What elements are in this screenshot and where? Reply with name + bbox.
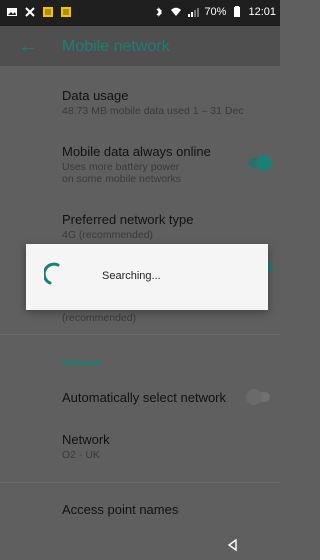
- auto-select-toggle[interactable]: [246, 389, 270, 405]
- divider: [0, 482, 280, 483]
- preferred-network-subtitle: 4G (recommended): [62, 229, 154, 241]
- always-online-toggle[interactable]: [248, 155, 272, 171]
- network-subtitle: O2 - UK: [62, 449, 100, 461]
- searching-text: Searching...: [102, 270, 161, 282]
- settings-list: Data usage 48.73 MB mobile data used 1 –…: [0, 66, 280, 560]
- preferred-network-item[interactable]: Preferred network type 4G (recommended): [62, 212, 280, 241]
- notification-icon: [43, 7, 53, 17]
- divider: [0, 334, 280, 335]
- app-bar: ← Mobile network: [0, 26, 280, 66]
- data-usage-title: Data usage: [62, 88, 129, 103]
- always-online-title: Mobile data always online: [62, 144, 211, 159]
- back-triangle-icon[interactable]: [226, 538, 240, 552]
- data-usage-item[interactable]: Data usage 48.73 MB mobile data used 1 –…: [62, 88, 280, 117]
- network-section-header: Network: [62, 358, 102, 369]
- status-right-icons: 70% 12:01: [153, 6, 276, 18]
- network-item[interactable]: Network O2 - UK: [62, 432, 280, 461]
- hidden-row[interactable]: (recommended): [62, 310, 280, 324]
- apn-title: Access point names: [62, 502, 179, 517]
- battery-percent: 70%: [204, 6, 227, 18]
- image-icon: [7, 8, 17, 16]
- network-title: Network: [62, 432, 110, 447]
- close-icon: [25, 7, 35, 17]
- wifi-icon: [171, 7, 182, 16]
- status-left-icons: [6, 6, 72, 18]
- searching-dialog: Searching...: [26, 244, 268, 310]
- signal-icon: [188, 8, 200, 17]
- navigation-bar: [0, 532, 280, 560]
- preferred-network-title: Preferred network type: [62, 212, 194, 227]
- bluetooth-icon: [156, 7, 163, 17]
- notification-icon: [61, 7, 71, 17]
- status-bar: 70% 12:01: [0, 0, 280, 26]
- apn-item[interactable]: Access point names: [62, 502, 280, 517]
- back-arrow-icon[interactable]: ←: [18, 36, 38, 56]
- battery-icon: [234, 6, 241, 17]
- time: 12:01: [248, 6, 276, 18]
- page-title: Mobile network: [62, 38, 170, 55]
- always-online-subtitle: Uses more battery power on some mobile n…: [62, 161, 182, 185]
- loading-spinner-icon: [44, 262, 60, 285]
- data-usage-subtitle: 48.73 MB mobile data used 1 – 31 Dec: [62, 105, 244, 117]
- hidden-row-subtitle: (recommended): [62, 312, 137, 324]
